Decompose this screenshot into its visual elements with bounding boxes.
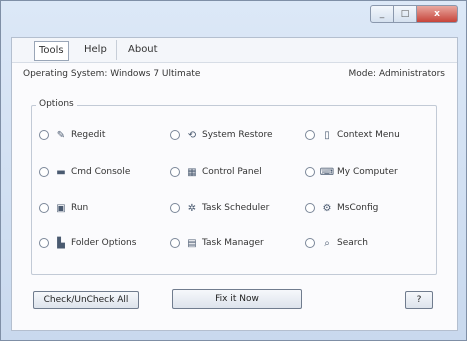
context-menu-icon: ▯	[324, 129, 330, 141]
option-search[interactable]: ⌕ Search	[305, 236, 368, 250]
run-icon: ▣	[56, 202, 66, 214]
option-task-manager[interactable]: ▤ Task Manager	[170, 236, 264, 250]
app-window: _ □ x Tools Help About Operating System:…	[0, 0, 467, 341]
fix-it-now-button[interactable]: Fix it Now	[172, 289, 302, 309]
menu-separator	[116, 40, 117, 60]
checkbox[interactable]	[39, 238, 49, 248]
checkbox[interactable]	[305, 130, 315, 140]
option-system-restore[interactable]: ⟲ System Restore	[170, 128, 273, 142]
checkbox[interactable]	[305, 203, 315, 213]
checkbox[interactable]	[170, 203, 180, 213]
option-label: Search	[337, 238, 368, 248]
menu-about[interactable]: About	[124, 41, 162, 59]
option-control-panel[interactable]: ▦ Control Panel	[170, 165, 262, 179]
option-label: Regedit	[71, 130, 106, 140]
option-label: Cmd Console	[71, 167, 131, 177]
window-controls: _ □ x	[370, 5, 458, 23]
title-bar: _ □ x	[1, 1, 466, 31]
minimize-button[interactable]: _	[370, 5, 394, 23]
option-context-menu[interactable]: ▯ Context Menu	[305, 128, 400, 142]
option-label: Control Panel	[202, 167, 262, 177]
menu-tools[interactable]: Tools	[34, 41, 69, 61]
task-manager-icon: ▤	[187, 237, 197, 249]
option-label: My Computer	[337, 167, 398, 177]
option-cmd-console[interactable]: ▬ Cmd Console	[39, 165, 130, 179]
maximize-button[interactable]: □	[394, 5, 417, 23]
menu-bar: Tools Help About	[12, 38, 457, 63]
checkbox[interactable]	[170, 167, 180, 177]
info-button[interactable]: ?	[405, 291, 433, 309]
system-restore-icon: ⟲	[187, 129, 197, 141]
search-icon: ⌕	[324, 237, 330, 249]
checkbox[interactable]	[170, 238, 180, 248]
checkbox[interactable]	[39, 203, 49, 213]
option-my-computer[interactable]: ⌨ My Computer	[305, 165, 398, 179]
close-button[interactable]: x	[417, 5, 458, 23]
option-label: Run	[71, 203, 89, 213]
checkbox[interactable]	[170, 130, 180, 140]
menu-help[interactable]: Help	[80, 41, 111, 59]
option-label: System Restore	[202, 130, 273, 140]
option-task-scheduler[interactable]: ✲ Task Scheduler	[170, 201, 269, 215]
option-label: Task Manager	[202, 238, 264, 248]
option-label: Task Scheduler	[202, 203, 270, 213]
maximize-icon: □	[400, 9, 410, 19]
regedit-icon: ✎	[56, 129, 66, 141]
option-msconfig[interactable]: ⚙ MsConfig	[305, 201, 378, 215]
checkbox[interactable]	[39, 130, 49, 140]
option-run[interactable]: ▣ Run	[39, 201, 88, 215]
close-icon: x	[434, 9, 440, 19]
checkbox[interactable]	[39, 167, 49, 177]
option-folder-options[interactable]: ▙ Folder Options	[39, 236, 136, 250]
my-computer-icon: ⌨	[319, 166, 335, 178]
mode-info: Mode: Administrators	[348, 69, 445, 79]
check-uncheck-all-button[interactable]: Check/UnCheck All	[33, 291, 139, 309]
checkbox[interactable]	[305, 238, 315, 248]
control-panel-icon: ▦	[187, 166, 197, 178]
option-label: Context Menu	[337, 130, 400, 140]
cmd-console-icon: ▬	[56, 166, 66, 178]
os-info: Operating System: Windows 7 Ultimate	[23, 69, 201, 79]
minimize-icon: _	[379, 9, 385, 19]
msconfig-icon: ⚙	[322, 202, 332, 214]
option-label: Folder Options	[71, 238, 137, 248]
status-row: Operating System: Windows 7 Ultimate Mod…	[23, 69, 445, 83]
folder-options-icon: ▙	[57, 237, 65, 249]
options-group-title: Options	[36, 99, 77, 109]
checkbox[interactable]	[305, 167, 315, 177]
option-regedit[interactable]: ✎ Regedit	[39, 128, 105, 142]
option-label: MsConfig	[337, 203, 379, 213]
task-scheduler-icon: ✲	[187, 202, 197, 214]
